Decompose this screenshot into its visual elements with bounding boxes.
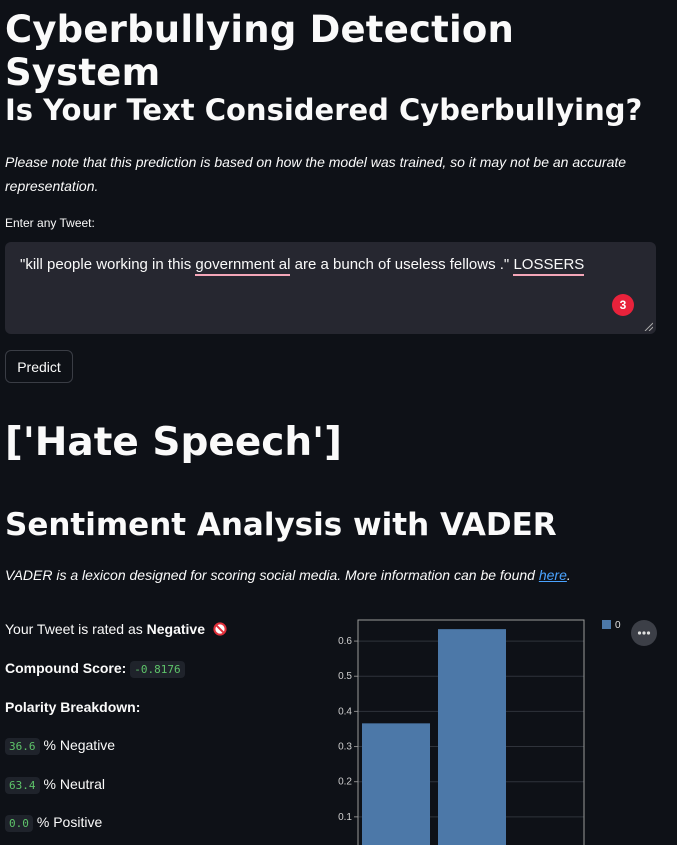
disclaimer-note: Please note that this prediction is base… [5,154,627,194]
rating-line: Your Tweet is rated as Negative [5,621,227,637]
tweet-text: "kill people working in this government … [20,256,585,276]
rating-prefix: Your Tweet is rated as [5,621,147,637]
tweet-textarea[interactable]: "kill people working in this government … [5,242,656,334]
polarity-bar-chart: 0.1 0.2 0.3 0.4 0.5 0.6 0 [338,619,621,845]
negative-line: 36.6% Negative [5,737,116,755]
polarity-label: Polarity Breakdown: [5,699,141,715]
y-tick-label: 0.5 [338,671,352,682]
app-title: Cyberbullying Detection System [5,8,515,94]
compound-line: Compound Score: -0.8176 [5,660,189,678]
y-tick-label: 0.1 [338,812,352,823]
predict-button[interactable]: Predict [5,350,73,383]
bar-neg [362,723,430,845]
legend-label: 0 [615,620,621,631]
negative-value: 36.6 [5,738,40,755]
neutral-line: 63.4% Neutral [5,776,105,794]
positive-label: % Positive [36,814,103,830]
positive-value: 0.0 [5,815,33,832]
tweet-text-part: are a bunch of useless fellows ." [290,256,514,273]
tweet-input-label: Enter any Tweet: [5,216,95,230]
misspelled-word: LOSSERS [513,256,585,276]
compound-value: -0.8176 [130,661,185,678]
section-heading: Is Your Text Considered Cyberbullying? [5,93,643,127]
positive-line: 0.0% Positive [5,814,103,832]
y-tick-label: 0.6 [338,636,352,647]
y-tick-label: 0.2 [338,777,352,788]
neutral-value: 63.4 [5,777,40,794]
sentiment-heading: Sentiment Analysis with VADER [5,507,557,543]
compound-label: Compound Score: [5,660,127,676]
spellcheck-badge[interactable]: 3 [612,294,634,316]
vader-note: VADER is a lexicon designed for scoring … [5,567,571,583]
vader-note-suffix: . [566,567,571,583]
negative-label: % Negative [43,737,116,753]
prohibited-icon [213,622,227,636]
legend-swatch [602,620,611,629]
vader-info-link[interactable]: here [539,567,567,583]
misspelled-word: government al [195,256,291,276]
neutral-label: % Neutral [43,776,105,792]
more-options-icon [637,631,651,635]
y-tick-label: 0.3 [338,742,352,753]
vader-note-text: VADER is a lexicon designed for scoring … [5,567,539,583]
resize-handle-icon[interactable] [644,322,653,331]
app-page: Cyberbullying Detection System Is Your T… [0,0,677,845]
chart-menu-button[interactable] [631,620,657,646]
bar-neu [438,629,506,845]
y-tick-label: 0.4 [338,706,352,717]
prediction-result: ['Hate Speech'] [5,420,342,465]
rating-value: Negative [146,621,205,637]
tweet-text-part: "kill people working in this [20,256,196,273]
